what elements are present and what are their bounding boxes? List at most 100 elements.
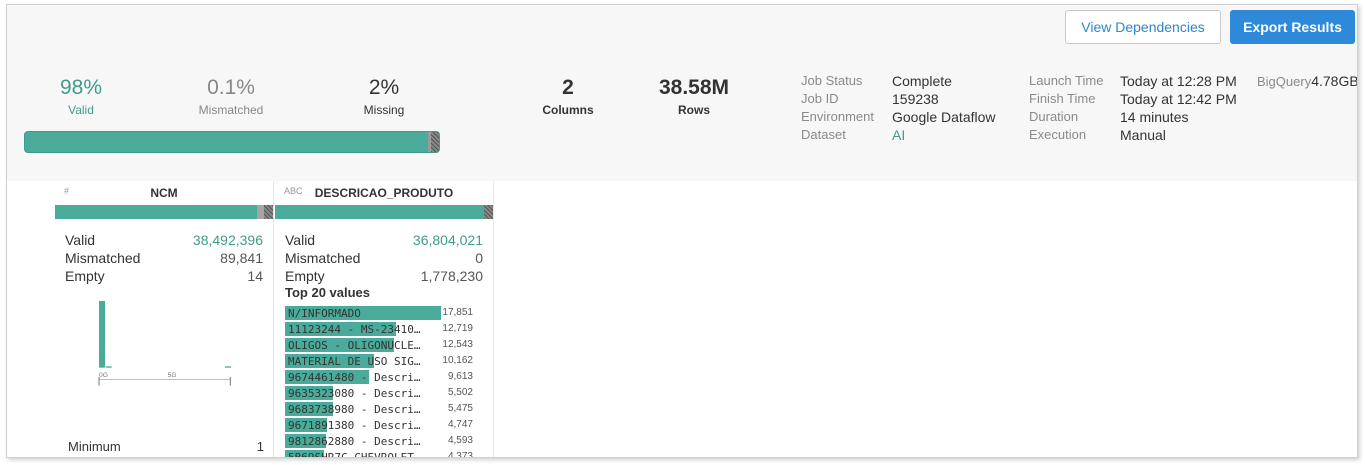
columns-stat: 2 Columns (537, 76, 599, 118)
column-stats: Valid 36,804,021 Mismatched 0 Empty 1,778,2… (275, 219, 493, 285)
empty-row: Empty 14 (65, 267, 263, 285)
view-dependencies-button[interactable]: View Dependencies (1065, 10, 1221, 44)
columns-count: 2 (562, 76, 574, 99)
finish-time-value: Today at 12:42 PM (1120, 91, 1237, 107)
top-value-row[interactable]: MATERIAL DE USO SIG… 10,162 (285, 353, 493, 369)
missing-segment (264, 205, 273, 219)
finish-time-label: Finish Time (1029, 91, 1096, 106)
job-summary: View Dependencies Export Results 98% Val… (7, 5, 1357, 181)
mismatched-row: Mismatched 0 (285, 249, 483, 267)
valid-row: Valid 36,804,021 (285, 231, 483, 249)
dataset-label: Dataset (801, 127, 846, 142)
top-value-text: MATERIAL DE USO SIG… (288, 355, 421, 368)
valid-count: 38,492,396 (192, 232, 263, 248)
top-value-text: 9671891380 - Descri… (288, 419, 421, 432)
top-values-list: N/INFORMADO 17,851 11123244 - MS-23410… 12,… (275, 305, 493, 458)
top-value-row[interactable]: 11123244 - MS-23410… 12,719 (285, 321, 493, 337)
minimum-row: Minimum 1 (68, 439, 264, 454)
job-results-panel: View Dependencies Export Results 98% Val… (6, 4, 1358, 458)
top-value-row[interactable]: 9683738980 - Descri… 5,475 (285, 401, 493, 417)
empty-label: Empty (65, 268, 105, 284)
mismatched-percent: 0.1% (207, 76, 255, 99)
data-quality-bar (24, 131, 440, 153)
missing-stat: 2% Missing (353, 76, 415, 118)
execution-label: Execution (1029, 127, 1087, 142)
top-value-count: 5,475 (447, 403, 473, 414)
top-value-text: N/INFORMADO (288, 307, 361, 320)
job-meta-values-1: Complete 159238 Google Dataflow AI (892, 72, 996, 144)
mismatched-label: Mismatched (198, 103, 264, 117)
top-value-count: 4,593 (447, 435, 473, 446)
valid-count: 36,804,021 (412, 232, 483, 248)
job-id-label: Job ID (801, 91, 839, 106)
missing-segment (484, 205, 493, 219)
top-value-text: 9683738980 - Descri… (288, 403, 421, 416)
top-value-count: 4,373 (447, 451, 473, 458)
valid-percent: 98% (59, 76, 103, 99)
missing-segment (431, 132, 439, 152)
histogram-bar[interactable] (105, 366, 112, 368)
top-value-count: 17,851 (442, 307, 473, 318)
missing-percent: 2% (368, 76, 400, 99)
top-value-row[interactable]: 9671891380 - Descri… 4,747 (285, 417, 493, 433)
top-value-count: 12,543 (442, 339, 473, 350)
minimum-label: Minimum (68, 439, 121, 454)
column-quality-bar (275, 205, 493, 219)
column-header: ABC DESCRICAO_PRODUTO (275, 181, 493, 203)
top-value-text: 9812862880 - Descri… (288, 435, 421, 448)
top-value-row[interactable]: OLIGOS - OLIGONUCLE… 12,543 (285, 337, 493, 353)
top-value-row[interactable]: 9635323080 - Descri… 5,502 (285, 385, 493, 401)
launch-time-value: Today at 12:28 PM (1120, 73, 1237, 89)
top-value-count: 9,613 (447, 371, 473, 382)
value-histogram[interactable]: 0G 5G (65, 301, 265, 401)
top-value-count: 5,502 (447, 387, 473, 398)
top-value-row[interactable]: 9812862880 - Descri… 4,593 (285, 433, 493, 449)
job-status-value: Complete (892, 73, 952, 89)
valid-label: Valid (68, 103, 94, 117)
dataset-link[interactable]: AI (892, 126, 996, 144)
histogram-bar[interactable] (225, 366, 231, 368)
column-header: # NCM (55, 181, 273, 203)
axis-tick-label: 5G (168, 372, 177, 379)
top-value-text: 9674461480 - Descri… (288, 371, 421, 384)
job-meta-values-2: Today at 12:28 PM Today at 12:42 PM 14 m… (1120, 72, 1237, 144)
job-meta-labels-1: Job Status Job ID Environment Dataset (801, 72, 874, 144)
job-status-label: Job Status (801, 73, 863, 88)
valid-label: Valid (285, 232, 316, 248)
rows-stat: 38.58M Rows (647, 77, 741, 118)
column-card-descricao-produto[interactable]: ABC DESCRICAO_PRODUTO Valid 36,804,021 Mi… (275, 181, 494, 458)
empty-count: 1,778,230 (420, 268, 483, 284)
top-value-row[interactable]: 5B69SHR7C CHEVROLET… 4,373 (285, 449, 493, 458)
mismatched-segment (257, 205, 264, 219)
top-value-text: 11123244 - MS-23410… (288, 323, 421, 336)
top-value-row[interactable]: 9674461480 - Descri… 9,613 (285, 369, 493, 385)
empty-count: 14 (247, 268, 263, 284)
mismatched-count: 89,841 (220, 250, 263, 266)
launch-time-label: Launch Time (1029, 73, 1104, 88)
environment-label: Environment (801, 109, 874, 124)
empty-label: Empty (285, 268, 325, 284)
top-value-row[interactable]: N/INFORMADO 17,851 (285, 305, 493, 321)
top-value-text: 5B69SHR7C CHEVROLET… (288, 451, 421, 458)
axis-tick-label: 0G (99, 372, 108, 379)
valid-stat: 98% Valid (49, 76, 113, 118)
mismatched-row: Mismatched 89,841 (65, 249, 263, 267)
column-name: NCM (150, 186, 178, 200)
mismatched-count: 0 (475, 250, 483, 266)
bigquery-stat: BigQuery4.78GB (1257, 72, 1357, 91)
duration-label: Duration (1029, 109, 1079, 124)
duration-value: 14 minutes (1120, 109, 1189, 125)
top-value-count: 12,719 (442, 323, 473, 334)
valid-row: Valid 38,492,396 (65, 231, 263, 249)
environment-value: Google Dataflow (892, 109, 996, 125)
column-card-ncm[interactable]: # NCM Valid 38,492,396 Mismatched 89,841 E… (55, 181, 274, 457)
column-name: DESCRICAO_PRODUTO (314, 186, 454, 200)
rows-label: Rows (677, 103, 710, 117)
top-value-count: 4,747 (447, 419, 473, 430)
histogram-bar[interactable] (99, 301, 105, 368)
top-value-text: OLIGOS - OLIGONUCLE… (288, 339, 421, 352)
bigquery-label: BigQuery (1257, 74, 1312, 89)
top-value-text: 9635323080 - Descri… (288, 387, 421, 400)
mismatched-stat: 0.1% Mismatched (195, 76, 267, 118)
export-results-button[interactable]: Export Results (1230, 10, 1355, 44)
